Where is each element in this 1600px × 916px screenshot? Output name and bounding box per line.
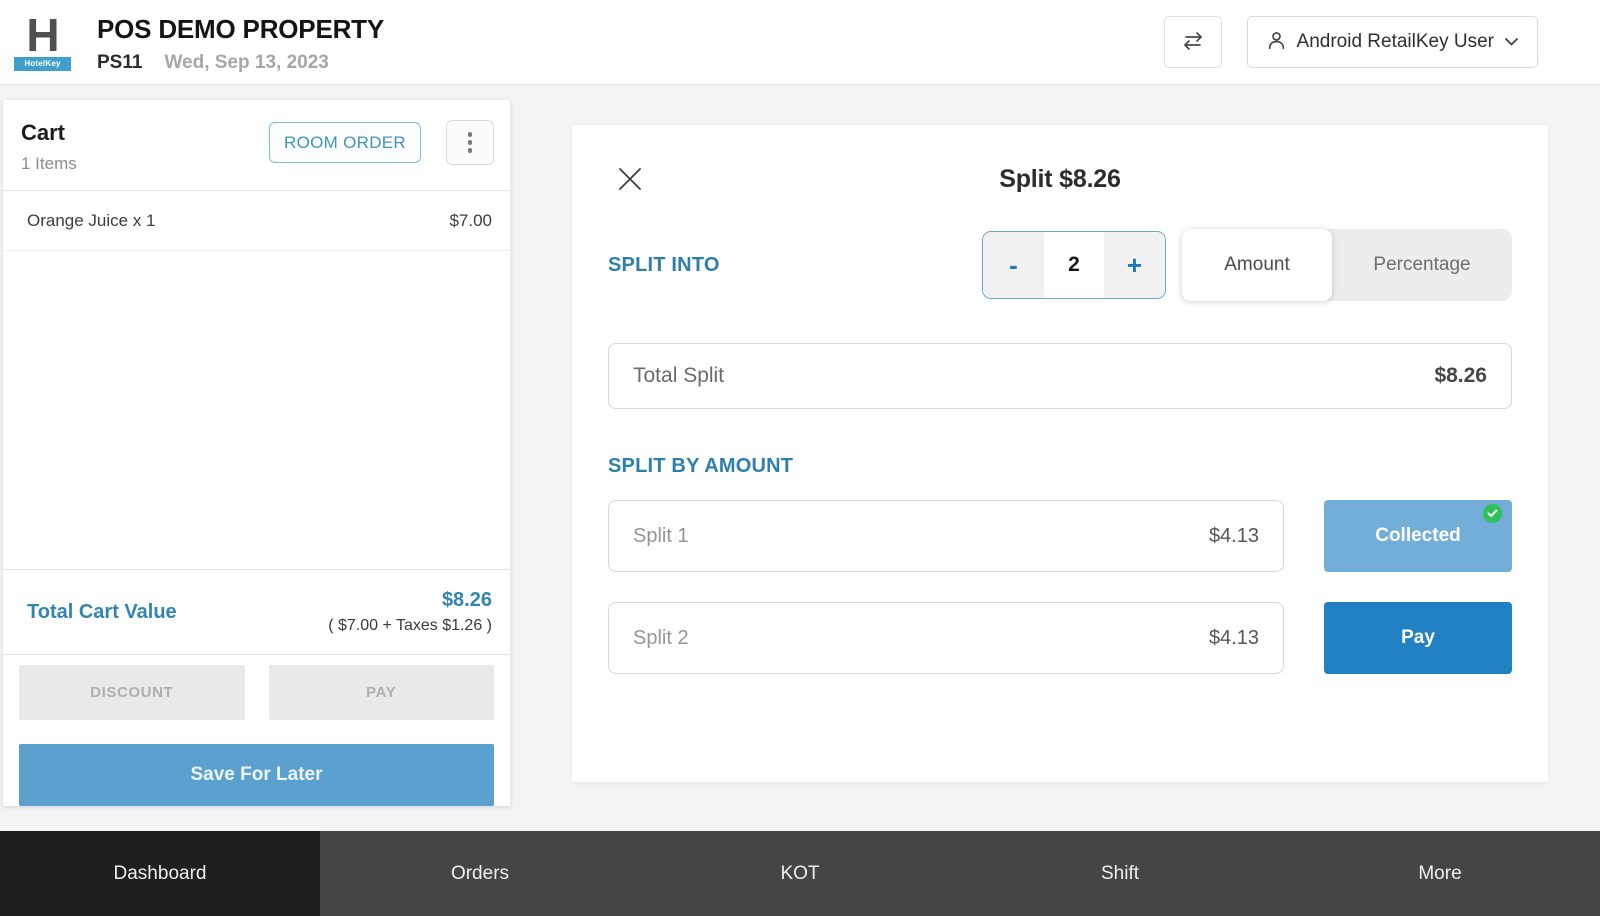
discount-button[interactable]: DISCOUNT <box>19 665 245 720</box>
nav-tab-more[interactable]: More <box>1280 831 1600 916</box>
cart-item-price: $7.00 <box>449 211 492 231</box>
header-actions: Android RetailKey User <box>1164 16 1538 68</box>
cart-totals: Total Cart Value $8.26 ( $7.00 + Taxes $… <box>3 569 510 655</box>
cart-pay-button[interactable]: PAY <box>269 665 495 720</box>
split-dialog-title: Split $8.26 <box>608 159 1512 194</box>
cart-items-count: 1 Items <box>21 154 77 174</box>
save-for-later-button[interactable]: Save For Later <box>19 744 494 806</box>
total-split-value: $8.26 <box>1434 364 1487 388</box>
nav-tab-orders[interactable]: Orders <box>320 831 640 916</box>
split-row-2: Split 2 $4.13 Pay <box>608 602 1512 674</box>
decrement-button[interactable]: - <box>983 232 1044 298</box>
split-2-label: Split 2 <box>633 627 689 650</box>
total-split-label: Total Split <box>633 364 724 388</box>
toggle-percentage[interactable]: Percentage <box>1332 254 1512 276</box>
header-title-block: POS DEMO PROPERTY PS11 Wed, Sep 13, 2023 <box>97 10 1164 74</box>
user-icon <box>1266 30 1287 54</box>
app-header: H HotelKey POS DEMO PROPERTY PS11 Wed, S… <box>0 0 1600 85</box>
total-split-row: Total Split $8.26 <box>608 343 1512 409</box>
total-cart-value: $8.26 <box>328 589 492 612</box>
split-count-stepper: - 2 + <box>982 231 1166 299</box>
close-icon <box>614 183 646 198</box>
split-by-amount-label: SPLIT BY AMOUNT <box>608 455 1512 478</box>
split-row-1: Split 1 $4.13 Collected <box>608 500 1512 572</box>
room-order-button[interactable]: ROOM ORDER <box>269 122 421 163</box>
split-mode-toggle: Amount Percentage <box>1182 229 1512 301</box>
logo-brand-label: HotelKey <box>14 57 71 71</box>
cart-actions: DISCOUNT PAY <box>3 655 510 720</box>
nav-tab-shift[interactable]: Shift <box>960 831 1280 916</box>
split-1-collected-button[interactable]: Collected <box>1324 500 1512 572</box>
header-date: Wed, Sep 13, 2023 <box>164 52 328 74</box>
nav-tab-kot[interactable]: KOT <box>640 831 960 916</box>
collected-button-label: Collected <box>1375 525 1461 546</box>
split-into-row: SPLIT INTO - 2 + Amount Percentage <box>608 229 1512 301</box>
terminal-id: PS11 <box>97 52 142 74</box>
chevron-down-icon <box>1504 35 1519 50</box>
cart-title: Cart <box>21 120 77 146</box>
bottom-nav: Dashboard Orders KOT Shift More <box>0 831 1600 916</box>
split-dialog: Split $8.26 SPLIT INTO - 2 + Amount Perc… <box>572 125 1548 782</box>
main-content: Cart 1 Items ROOM ORDER Orange Juice x 1… <box>0 85 1600 831</box>
split-count-value: 2 <box>1044 232 1104 298</box>
cart-header: Cart 1 Items ROOM ORDER <box>3 100 510 190</box>
pay-button-label: Pay <box>1401 627 1435 648</box>
split-1-label: Split 1 <box>633 525 689 548</box>
kebab-menu-icon <box>468 132 473 153</box>
nav-tab-dashboard[interactable]: Dashboard <box>0 831 320 916</box>
cart-item-row[interactable]: Orange Juice x 1 $7.00 <box>3 191 510 251</box>
collected-check-badge <box>1483 504 1502 523</box>
switch-terminal-button[interactable] <box>1164 16 1222 68</box>
user-menu-label: Android RetailKey User <box>1297 31 1494 53</box>
increment-button[interactable]: + <box>1104 232 1165 298</box>
cart-panel: Cart 1 Items ROOM ORDER Orange Juice x 1… <box>3 100 510 806</box>
header-subtitle: PS11 Wed, Sep 13, 2023 <box>97 52 1164 74</box>
total-cart-breakdown: ( $7.00 + Taxes $1.26 ) <box>328 617 492 635</box>
property-title: POS DEMO PROPERTY <box>97 14 1164 45</box>
split-1-amount: $4.13 <box>1209 525 1259 548</box>
cart-title-block: Cart 1 Items <box>21 120 77 174</box>
split-into-label: SPLIT INTO <box>608 254 982 277</box>
logo-letter: H <box>14 13 71 57</box>
close-button[interactable] <box>612 161 648 200</box>
cart-item-name: Orange Juice x 1 <box>27 211 156 231</box>
total-cart-value-block: $8.26 ( $7.00 + Taxes $1.26 ) <box>328 589 492 635</box>
split-1-input[interactable]: Split 1 $4.13 <box>608 500 1284 572</box>
cart-menu-button[interactable] <box>446 120 494 165</box>
split-2-amount: $4.13 <box>1209 627 1259 650</box>
toggle-amount[interactable]: Amount <box>1182 229 1332 301</box>
split-dialog-header: Split $8.26 <box>608 159 1512 205</box>
split-2-pay-button[interactable]: Pay <box>1324 602 1512 674</box>
user-menu-button[interactable]: Android RetailKey User <box>1247 16 1538 68</box>
cart-items-list: Orange Juice x 1 $7.00 <box>3 191 510 569</box>
total-cart-value-label: Total Cart Value <box>27 601 177 624</box>
hotelkey-logo: H HotelKey <box>14 13 71 71</box>
split-2-input[interactable]: Split 2 $4.13 <box>608 602 1284 674</box>
swap-arrows-icon <box>1180 30 1206 55</box>
